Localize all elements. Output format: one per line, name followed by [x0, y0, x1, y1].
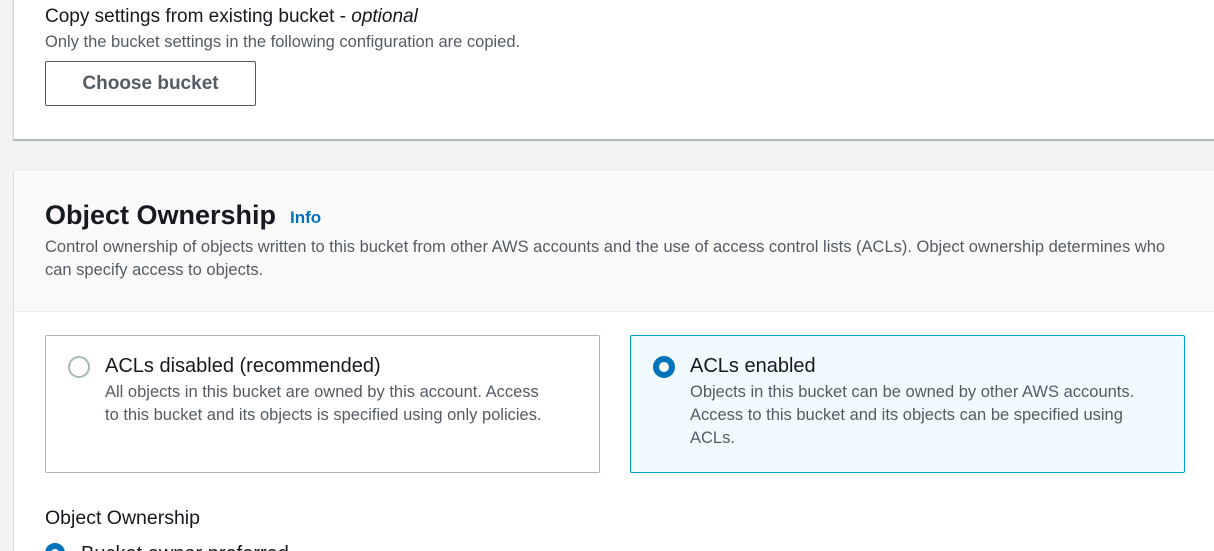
acls-disabled-radio[interactable]: [68, 356, 90, 378]
acls-enabled-description: Objects in this bucket can be owned by o…: [690, 383, 1135, 447]
acls-enabled-label: ACLs enabled: [690, 355, 816, 377]
choose-bucket-button[interactable]: Choose bucket: [45, 61, 256, 106]
acls-disabled-label: ACLs disabled (recommended): [105, 355, 381, 377]
object-ownership-description: Control ownership of objects written to …: [45, 238, 1166, 279]
copy-settings-title-text: Copy settings from existing bucket -: [45, 6, 352, 27]
object-ownership-field-label: Object Ownership: [45, 507, 200, 529]
object-ownership-card: Object Ownership Info Control ownership …: [13, 171, 1214, 551]
copy-settings-title: Copy settings from existing bucket - opt…: [45, 5, 418, 29]
info-link[interactable]: Info: [290, 208, 321, 228]
acls-disabled-tile[interactable]: ACLs disabled (recommended) All objects …: [45, 335, 600, 473]
bucket-owner-preferred-label: Bucket owner preferred: [81, 542, 289, 551]
acls-disabled-description: All objects in this bucket are owned by …: [105, 383, 542, 424]
page: Copy settings from existing bucket - opt…: [0, 0, 1214, 551]
optional-label: optional: [351, 6, 418, 27]
object-ownership-title: Object Ownership: [45, 200, 277, 230]
bucket-owner-preferred-radio[interactable]: [45, 543, 65, 551]
object-ownership-header: Object Ownership Info Control ownership …: [14, 171, 1214, 312]
copy-settings-card: Copy settings from existing bucket - opt…: [13, 0, 1214, 140]
acls-enabled-radio[interactable]: [653, 356, 675, 378]
copy-settings-description: Only the bucket settings in the followin…: [45, 33, 521, 51]
acls-enabled-tile[interactable]: ACLs enabled Objects in this bucket can …: [630, 335, 1185, 473]
